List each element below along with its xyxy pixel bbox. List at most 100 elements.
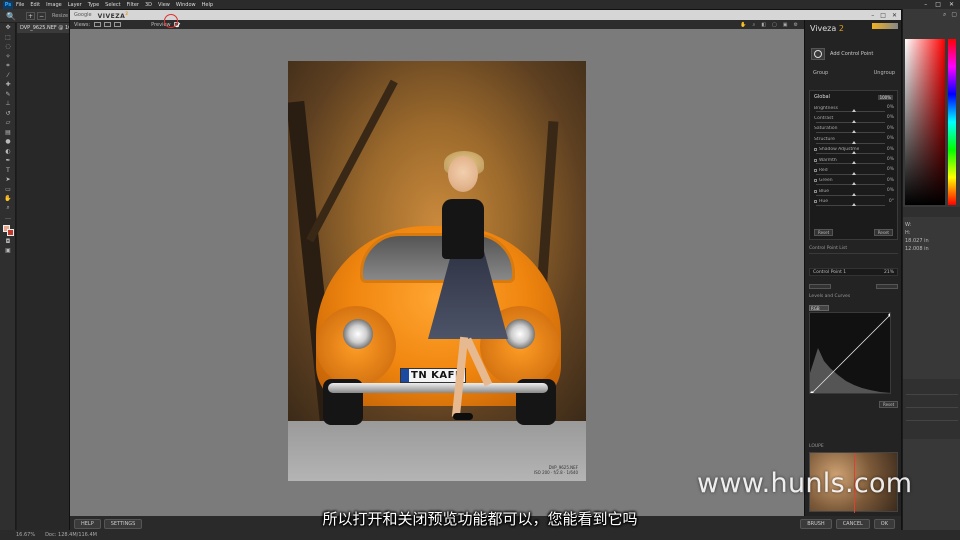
background-color-swatch[interactable] xyxy=(7,228,14,236)
adjustment-slider[interactable]: Saturation 0% xyxy=(810,124,897,134)
slider-handle[interactable] xyxy=(852,182,856,186)
settings-icon[interactable]: ⚙ xyxy=(794,22,798,28)
adjustment-slider[interactable]: Contrast 0% xyxy=(810,113,897,123)
adjustment-checkbox[interactable] xyxy=(814,158,817,162)
document-tab[interactable]: DVP_9625.NEF @ 16.7% (RGB/16*) xyxy=(17,23,69,33)
blur-tool-icon[interactable]: ● xyxy=(0,137,16,147)
adjustment-slider[interactable]: Blue 0% xyxy=(810,186,897,196)
channel-select[interactable]: RGB xyxy=(809,305,829,311)
slider-track[interactable] xyxy=(816,173,885,175)
properties-tab[interactable] xyxy=(903,207,960,217)
global-reset-left-button[interactable]: Reset xyxy=(814,229,834,236)
adjustment-checkbox[interactable] xyxy=(814,179,817,183)
adjustment-slider[interactable]: Hue 0° xyxy=(810,197,897,207)
adjustment-slider[interactable]: Shadow Adjustments0% xyxy=(810,145,897,155)
preview-photo[interactable]: TN KAFE DVP_9625.NEF ISO 200 · f/2.8 · 1… xyxy=(288,61,586,481)
more-tools-icon[interactable]: … xyxy=(0,213,16,223)
menu-window[interactable]: Window xyxy=(176,2,196,8)
slider-handle[interactable] xyxy=(852,130,856,134)
magic-wand-tool-icon[interactable]: ✧ xyxy=(0,52,16,62)
layer-row[interactable] xyxy=(906,411,958,421)
ungroup-button[interactable]: Ungroup xyxy=(874,70,895,76)
slider-track[interactable] xyxy=(816,142,885,144)
menu-file[interactable]: File xyxy=(16,2,24,8)
actual-size-icon[interactable]: ▣ xyxy=(783,22,788,28)
slider-handle[interactable] xyxy=(852,109,856,113)
adjustment-slider[interactable]: Red 0% xyxy=(810,165,897,175)
menu-filter[interactable]: Filter xyxy=(127,2,139,8)
slider-handle[interactable] xyxy=(852,119,856,123)
path-select-tool-icon[interactable]: ➤ xyxy=(0,175,16,185)
slider-handle[interactable] xyxy=(852,202,856,206)
preview-area[interactable]: TN KAFE DVP_9625.NEF ISO 200 · f/2.8 · 1… xyxy=(70,29,804,516)
menu-3d[interactable]: 3D xyxy=(145,2,152,8)
move-tool-icon[interactable]: ✥ xyxy=(0,23,16,33)
type-tool-icon[interactable]: T xyxy=(0,166,16,176)
slider-track[interactable] xyxy=(816,204,885,206)
adjustment-checkbox[interactable] xyxy=(814,148,817,152)
slider-track[interactable] xyxy=(816,111,885,113)
slider-track[interactable] xyxy=(816,132,885,134)
hand-tool-icon[interactable]: ✋ xyxy=(0,194,16,204)
search-icon[interactable]: ⌕ xyxy=(943,11,946,21)
adjustment-checkbox[interactable] xyxy=(814,189,817,193)
close-icon[interactable]: ✕ xyxy=(949,1,954,8)
curves-reset-button[interactable]: Reset xyxy=(879,401,899,408)
crop-tool-icon[interactable]: ⌗ xyxy=(0,61,16,71)
stamp-tool-icon[interactable]: ⊥ xyxy=(0,99,16,109)
slider-handle[interactable] xyxy=(852,192,856,196)
control-point-item[interactable]: Control Point 1 21% xyxy=(809,268,898,276)
adjustment-slider[interactable]: Structure 0% xyxy=(810,134,897,144)
screen-mode-icon[interactable]: ▣ xyxy=(0,246,16,256)
layer-row[interactable] xyxy=(906,398,958,408)
quick-mask-icon[interactable]: ◘ xyxy=(0,237,16,247)
background-color-icon[interactable]: ◧ xyxy=(761,22,766,28)
eyedropper-tool-icon[interactable]: ⁄ xyxy=(0,71,16,81)
adjustment-checkbox[interactable] xyxy=(814,200,817,204)
gradient-tool-icon[interactable]: ▤ xyxy=(0,128,16,138)
color-swatches[interactable] xyxy=(0,223,16,237)
zoom-in-icon[interactable]: + xyxy=(26,12,35,20)
duplicate-point-button[interactable] xyxy=(809,284,831,289)
dodge-tool-icon[interactable]: ◐ xyxy=(0,147,16,157)
slider-track[interactable] xyxy=(816,194,885,196)
menu-layer[interactable]: Layer xyxy=(68,2,82,8)
global-reset-button[interactable]: Reset xyxy=(873,229,893,236)
close-icon[interactable]: ✕ xyxy=(892,12,897,19)
zoom-tool-icon[interactable]: ⌕ xyxy=(0,204,16,214)
zoom-out-icon[interactable]: − xyxy=(37,12,46,20)
zoom-icon[interactable]: 🔍 xyxy=(6,12,16,21)
menu-select[interactable]: Select xyxy=(105,2,120,8)
add-control-point-button[interactable]: Add Control Point xyxy=(811,48,873,60)
brush-tool-icon[interactable]: ✎ xyxy=(0,90,16,100)
group-button[interactable]: Group xyxy=(813,70,828,76)
single-view-icon[interactable] xyxy=(94,22,102,27)
marquee-tool-icon[interactable]: ⬚ xyxy=(0,33,16,43)
menu-edit[interactable]: Edit xyxy=(30,2,40,8)
slider-handle[interactable] xyxy=(852,161,856,165)
maximize-icon[interactable]: □ xyxy=(880,12,886,19)
curves-graph[interactable] xyxy=(809,312,891,394)
pen-tool-icon[interactable]: ✒ xyxy=(0,156,16,166)
adjustment-slider[interactable]: Brightness 0% xyxy=(810,103,897,113)
adjustment-slider[interactable]: Warmth 0% xyxy=(810,155,897,165)
hand-icon[interactable]: ✋ xyxy=(740,22,746,28)
delete-point-button[interactable] xyxy=(876,284,898,289)
fit-icon[interactable]: ▢ xyxy=(772,22,777,28)
slider-track[interactable] xyxy=(816,184,885,186)
minimize-icon[interactable]: – xyxy=(871,12,874,19)
lasso-tool-icon[interactable]: ◌ xyxy=(0,42,16,52)
layer-row[interactable] xyxy=(906,385,958,395)
menu-help[interactable]: Help xyxy=(202,2,213,8)
adjustment-slider[interactable]: Green 0% xyxy=(810,176,897,186)
slider-track[interactable] xyxy=(816,163,885,165)
side-by-side-view-icon[interactable] xyxy=(114,22,122,27)
color-picker-field[interactable] xyxy=(905,39,945,205)
adjustment-checkbox[interactable] xyxy=(814,169,817,173)
menu-image[interactable]: Image xyxy=(46,2,62,8)
slider-track[interactable] xyxy=(816,152,885,154)
hue-slider[interactable] xyxy=(948,39,956,205)
maximize-icon[interactable]: □ xyxy=(935,1,941,8)
zoom-level[interactable]: 16.67% xyxy=(16,532,35,538)
history-brush-tool-icon[interactable]: ↺ xyxy=(0,109,16,119)
